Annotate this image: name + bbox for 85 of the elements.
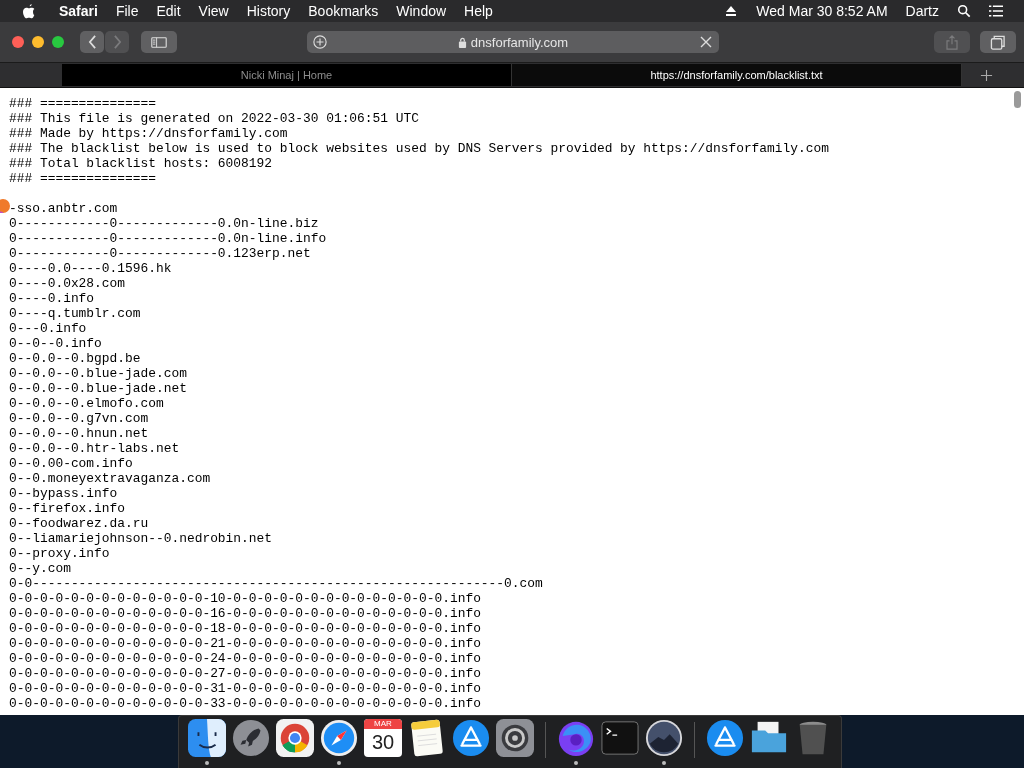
host-line: 0-0-0-0-0-0-0-0-0-0-0-0-0-27-0-0-0-0-0-0-0-0-0-0-0-0-0-0.info — [9, 666, 481, 681]
host-line: 0--liamariejohnson--0.nedrobin.net — [9, 531, 272, 546]
host-line: 0-0-0-0-0-0-0-0-0-0-0-0-0-33-0-0-0-0-0-0-0-0-0-0-0-0-0-0.info — [9, 696, 481, 711]
browser-tab[interactable]: https://dnsforfamily.com/blacklist.txt — [512, 64, 962, 86]
comment-line: ### This file is generated on 2022-03-30 01:06:51 UTC — [9, 111, 419, 126]
address-text: dnsforfamily.com — [470, 34, 569, 50]
host-line: 0--foodwarez.da.ru — [9, 516, 149, 531]
menu-item[interactable]: File — [106, 3, 148, 19]
host-line: 0----0.0x28.com — [9, 276, 126, 291]
host-line: 0---0.info — [9, 321, 87, 336]
host-line: 0--y.com — [9, 561, 71, 576]
host-line: 0-0-0-0-0-0-0-0-0-0-0-0-0-31-0-0-0-0-0-0-0-0-0-0-0-0-0-0.info — [9, 681, 481, 696]
apple-logo-icon[interactable] — [22, 3, 36, 19]
minimize-window-icon[interactable] — [32, 36, 44, 48]
comment-line: ### =============== — [9, 96, 156, 111]
menu-item[interactable]: Bookmarks — [299, 3, 388, 19]
lock-icon — [457, 36, 467, 48]
menu-item[interactable]: Edit — [147, 3, 190, 19]
scrollbar-thumb[interactable] — [1014, 91, 1021, 108]
chrome-icon[interactable] — [276, 719, 314, 757]
host-line: 0--firefox.info — [9, 501, 126, 516]
host-line: 0-0-0-0-0-0-0-0-0-0-0-0-0-21-0-0-0-0-0-0-0-0-0-0-0-0-0-0.info — [9, 636, 481, 651]
terminal-icon[interactable] — [601, 719, 639, 757]
finder-icon[interactable] — [188, 719, 226, 757]
host-line: 0----0.0----0.1596.hk — [9, 261, 172, 276]
user-name[interactable]: Dartz — [896, 3, 948, 19]
menu-item[interactable]: History — [237, 3, 300, 19]
compass-icon[interactable] — [320, 719, 358, 757]
tabs-overview-button[interactable] — [980, 31, 1016, 53]
clear-icon[interactable] — [699, 35, 713, 49]
host-line: -sso.anbtr.com — [9, 201, 118, 216]
firefox-icon[interactable] — [557, 719, 595, 757]
host-line: 0--0.0--0.elmofo.com — [9, 396, 164, 411]
address-field[interactable]: dnsforfamily.com — [307, 31, 719, 53]
host-line: 0--0.0--0.htr-labs.net — [9, 441, 180, 456]
host-line: 0----q.tumblr.com — [9, 306, 141, 321]
host-line: 0------------0-------------0.0n-line.biz — [9, 216, 319, 231]
host-line: 0-0-0-0-0-0-0-0-0-0-0-0-0-16-0-0-0-0-0-0-0-0-0-0-0-0-0-0.info — [9, 606, 481, 621]
sidebar-icon — [151, 34, 167, 50]
search-icon[interactable] — [957, 4, 971, 18]
notes-icon[interactable] — [408, 719, 446, 757]
chevron-right-icon — [112, 35, 122, 49]
sidebar-button[interactable] — [141, 31, 177, 53]
host-line: 0-0-0-0-0-0-0-0-0-0-0-0-0-10-0-0-0-0-0-0-0-0-0-0-0-0-0-0.info — [9, 591, 481, 606]
host-line: 0-0-0-0-0-0-0-0-0-0-0-0-0-24-0-0-0-0-0-0-0-0-0-0-0-0-0-0.info — [9, 651, 481, 666]
gear-icon[interactable] — [496, 719, 534, 757]
host-line: 0--proxy.info — [9, 546, 110, 561]
host-line: 0--0--0.info — [9, 336, 102, 351]
host-line: 0--bypass.info — [9, 486, 118, 501]
comment-line: ### Total blacklist hosts: 6008192 — [9, 156, 272, 171]
app-store-icon[interactable] — [452, 719, 490, 757]
host-line: 0--0.0--0.hnun.net — [9, 426, 149, 441]
host-line: 0--0.moneyextravaganza.com — [9, 471, 211, 486]
eject-icon[interactable] — [724, 4, 739, 18]
list-icon[interactable] — [989, 4, 1003, 18]
app-store-icon[interactable] — [706, 719, 744, 757]
comment-line: ### Made by https://dnsforfamily.com — [9, 126, 288, 141]
host-line: 0----0.info — [9, 291, 95, 306]
back-button[interactable] — [80, 31, 104, 53]
menu-item[interactable]: Help — [455, 3, 502, 19]
host-line: 0--0.0--0.g7vn.com — [9, 411, 149, 426]
mountain-icon[interactable] — [645, 719, 683, 757]
tabs-icon — [990, 34, 1006, 50]
calendar-icon[interactable]: MAR 30 — [364, 719, 402, 757]
host-line: 0--0.0--0.bgpd.be — [9, 351, 141, 366]
rocket-icon[interactable] — [232, 719, 270, 757]
share-icon — [944, 34, 960, 50]
comment-line: ### =============== — [9, 171, 156, 186]
host-line: 0--0.0--0.blue-jade.net — [9, 381, 187, 396]
menu-clock[interactable]: Wed Mar 30 8:52 AM — [747, 3, 897, 19]
zoom-window-icon[interactable] — [52, 36, 64, 48]
menu-item[interactable]: Safari — [50, 3, 107, 19]
host-line: 0-0-0-0-0-0-0-0-0-0-0-0-0-18-0-0-0-0-0-0-0-0-0-0-0-0-0-0.info — [9, 621, 481, 636]
close-window-icon[interactable] — [12, 36, 24, 48]
host-line: 0------------0-------------0.0n-line.info — [9, 231, 327, 246]
host-line: 0------------0-------------0.123erp.net — [9, 246, 311, 261]
plus-circle-icon[interactable] — [313, 35, 327, 49]
host-line: 0--0.00-com.info — [9, 456, 133, 471]
host-line: 0-0-------------------------------------------------------------0.com — [9, 576, 543, 591]
chevron-left-icon — [87, 35, 97, 49]
menu-item[interactable]: Window — [387, 3, 456, 19]
new-tab-icon[interactable] — [980, 68, 993, 82]
menu-item[interactable]: View — [189, 3, 238, 19]
host-line: 0--0.0--0.blue-jade.com — [9, 366, 187, 381]
comment-line: ### The blacklist below is used to block websites used by DNS Servers provided by https://dnsforfamily.com — [9, 141, 829, 156]
